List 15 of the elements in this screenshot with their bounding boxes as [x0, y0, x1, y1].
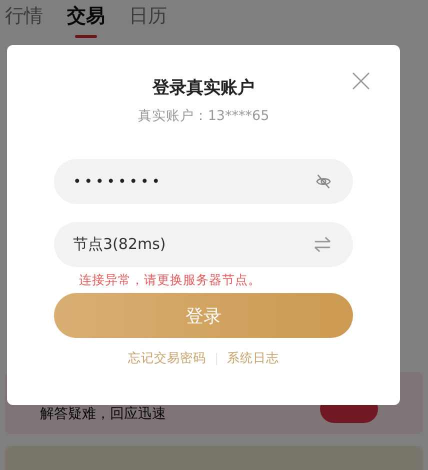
close-icon[interactable] [352, 72, 370, 90]
tab[interactable]: 交易 [67, 0, 105, 38]
dialog-title: 登录真实账户 [152, 77, 254, 100]
error-message: 连接异常，请更换服务器节点。 [79, 271, 261, 289]
account-text: 真实账户：13****65 [138, 107, 270, 126]
text-link[interactable]: 系统日志 [227, 350, 279, 367]
login-button[interactable]: 登录 [54, 293, 353, 338]
text-link[interactable]: 忘记交易密码 [128, 350, 206, 367]
password-field[interactable]: •••••••• [54, 159, 353, 204]
tab[interactable]: 日历 [129, 0, 167, 38]
eye-slash-icon[interactable] [315, 173, 332, 190]
switch-icon[interactable] [313, 236, 332, 253]
server-field[interactable]: 节点3(82ms) [54, 222, 353, 267]
banner-text: 解答疑难，回应迅速 [40, 405, 166, 423]
tab[interactable]: 行情 [5, 0, 43, 38]
